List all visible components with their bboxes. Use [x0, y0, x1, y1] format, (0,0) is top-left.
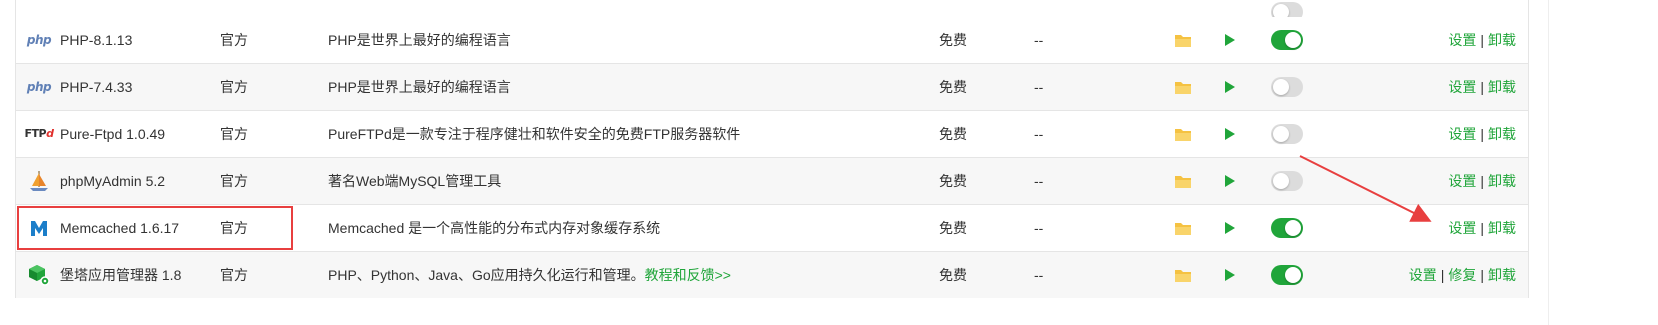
scroll-edge	[1548, 0, 1549, 325]
annotation-arrow	[1299, 155, 1432, 222]
